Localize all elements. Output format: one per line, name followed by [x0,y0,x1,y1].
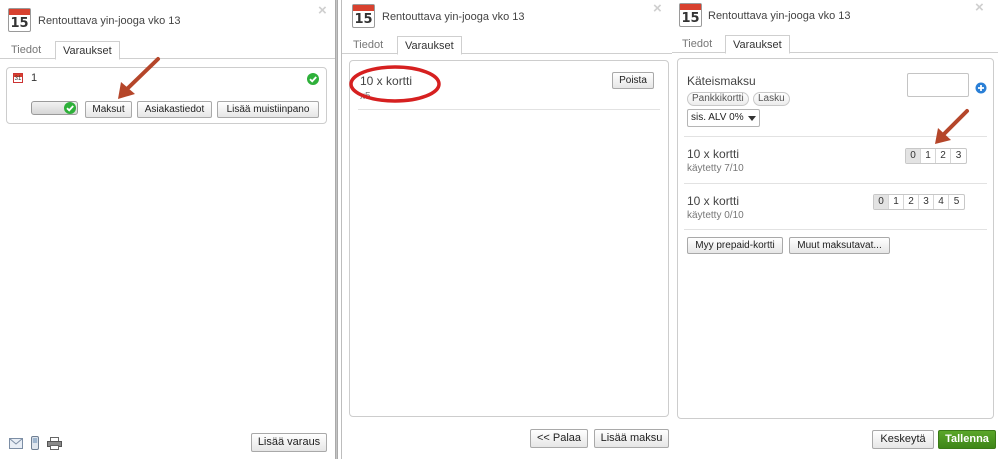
payment-items-panel: 15 Rentouttava yin-jooga vko 13 × Tiedot… [342,0,675,459]
calendar-day: 15 [10,16,29,31]
sell-prepaid-button[interactable]: Myy prepaid-kortti [687,237,783,254]
amount-input[interactable] [907,73,969,97]
chevron-down-icon [748,116,756,121]
booking-entry: 31 1 Maksut Asiakastiedot Lisää muistiin… [6,67,327,124]
payment-items-box: 10 x kortti x5 Poista [349,60,669,417]
annotation-arrow-icon [935,109,969,144]
tab-tiedot[interactable]: Tiedot [675,35,719,53]
cancel-button[interactable]: Keskeytä [872,430,934,449]
divider-line [684,183,987,184]
print-icon[interactable] [47,437,62,450]
tab-varaukset[interactable]: Varaukset [725,35,790,54]
tab-bar: Tiedot Varaukset [672,35,998,54]
card-name-1: 10 x kortti [687,147,740,161]
back-button[interactable]: << Palaa [530,429,588,448]
usage-option[interactable]: 2 [936,149,951,163]
remove-button[interactable]: Poista [612,72,654,89]
calendar-icon: 15 [679,3,702,27]
status-toggle[interactable] [31,101,78,115]
calendar-day: 15 [354,12,373,27]
tab-bar: Tiedot Varaukset [0,41,335,60]
card-usage-selector-2[interactable]: 0 1 2 3 4 5 [873,194,965,210]
usage-option[interactable]: 1 [889,195,904,209]
tab-varaukset[interactable]: Varaukset [397,36,462,55]
calendar-icon: 15 [352,4,375,28]
card-name-2: 10 x kortti [687,194,740,208]
mini-calendar-icon: 31 [13,73,23,83]
usage-option[interactable]: 1 [921,149,936,163]
annotation-arrow-icon [118,57,160,99]
booking-panel: 15 Rentouttava yin-jooga vko 13 × Tiedot… [0,0,335,459]
usage-option[interactable]: 2 [904,195,919,209]
usage-option[interactable]: 4 [934,195,949,209]
usage-option[interactable]: 5 [949,195,964,209]
add-payment-button[interactable]: Lisää maksu [594,429,669,448]
close-icon[interactable]: × [975,0,984,15]
customer-info-button[interactable]: Asiakastiedot [137,101,212,118]
toggle-check-icon [64,102,76,114]
calendar-icon: 15 [8,8,31,32]
method-invoice-pill[interactable]: Lasku [753,92,790,106]
close-icon[interactable]: × [318,3,327,18]
booking-count: 1 [31,72,38,84]
method-card-pill[interactable]: Pankkikortti [687,92,749,106]
usage-option[interactable]: 0 [874,195,889,209]
card-used-2: käytetty 0/10 [687,210,744,221]
tab-varaukset[interactable]: Varaukset [55,41,120,60]
mini-calendar-day: 31 [14,76,22,82]
tab-bar: Tiedot Varaukset [342,36,675,55]
panel-divider [335,0,338,459]
phone-icon[interactable] [31,436,39,450]
usage-option[interactable]: 0 [906,149,921,163]
payment-panel: 15 Rentouttava yin-jooga vko 13 × Tiedot… [672,0,998,459]
tab-tiedot[interactable]: Tiedot [4,41,48,59]
panel-title: Rentouttava yin-jooga vko 13 [382,11,525,23]
card-usage-selector-1[interactable]: 0 1 2 3 [905,148,967,164]
divider-line [358,109,660,110]
payments-button[interactable]: Maksut [85,101,132,118]
add-booking-button[interactable]: Lisää varaus [251,433,327,452]
add-note-button[interactable]: Lisää muistiinpano [217,101,319,118]
divider-line [684,229,987,230]
vat-select-value: sis. ALV 0% [691,112,744,123]
panel-title: Rentouttava yin-jooga vko 13 [708,10,851,22]
save-button[interactable]: Tallenna [938,430,996,449]
usage-option[interactable]: 3 [951,149,966,163]
panel-title: Rentouttava yin-jooga vko 13 [38,15,181,27]
mail-icon[interactable] [9,438,23,449]
vat-select[interactable]: sis. ALV 0% [687,109,760,127]
add-icon[interactable] [975,82,987,94]
tab-tiedot[interactable]: Tiedot [346,36,390,54]
close-icon[interactable]: × [653,1,662,16]
other-payment-methods-button[interactable]: Muut maksutavat... [789,237,890,254]
usage-option[interactable]: 3 [919,195,934,209]
cash-payment-label: Käteismaksu [687,74,756,88]
calendar-day: 15 [681,11,700,26]
annotation-ellipse-icon [349,65,441,103]
check-icon [307,73,319,85]
card-used-1: käytetty 7/10 [687,163,744,174]
